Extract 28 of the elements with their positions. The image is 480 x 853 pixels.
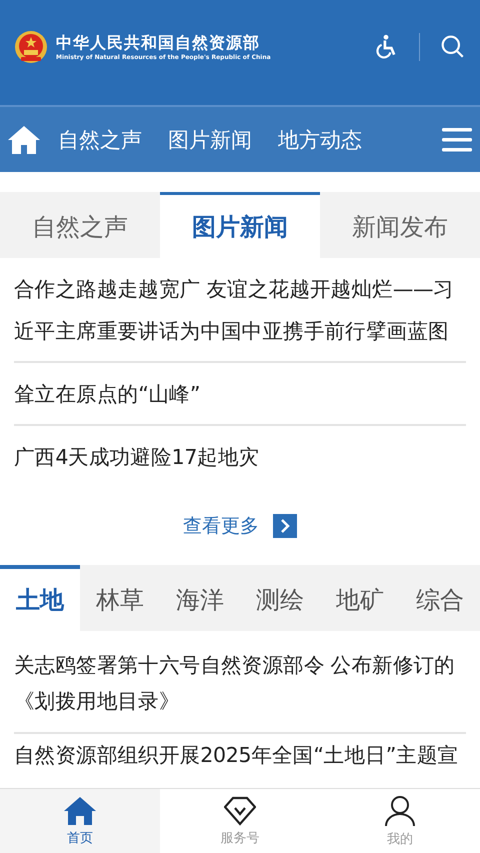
news-headline[interactable]: 关志鸥签署第十六号自然资源部令 公布新修订的《划拨用地目录》 xyxy=(14,631,466,734)
category-tab[interactable]: 地矿 xyxy=(320,565,400,631)
section-tab[interactable]: 自然之声 xyxy=(0,192,160,258)
diamond-icon xyxy=(224,796,256,826)
search-icon[interactable] xyxy=(440,34,466,60)
category-tab[interactable]: 综合 xyxy=(400,565,480,631)
chevron-right-icon[interactable] xyxy=(273,514,297,538)
news-headline[interactable]: 自然资源部组织开展2025年全国“土地日”主题宣 xyxy=(14,734,466,768)
bottom-tab[interactable]: 首页 xyxy=(0,789,160,853)
section-tab[interactable]: 图片新闻 xyxy=(160,192,320,258)
section-tab[interactable]: 新闻发布 xyxy=(320,192,480,258)
person-icon xyxy=(384,794,416,826)
emblem-icon xyxy=(14,30,48,64)
site-title: 中华人民共和国自然资源部 xyxy=(56,32,261,54)
category-tab[interactable]: 土地 xyxy=(0,565,80,631)
category-tab[interactable]: 测绘 xyxy=(240,565,320,631)
news-headline[interactable]: 耸立在原点的“山峰” xyxy=(14,363,466,426)
nav-link[interactable]: 地方动态 xyxy=(278,126,362,154)
menu-icon[interactable] xyxy=(442,128,472,152)
nav-link[interactable]: 图片新闻 xyxy=(168,126,252,154)
more-link[interactable]: 查看更多 xyxy=(183,513,259,539)
category-tab[interactable]: 海洋 xyxy=(160,565,240,631)
news-headline[interactable]: 广西4天成功避险17起地灾 xyxy=(14,426,466,487)
category-tab[interactable]: 林草 xyxy=(80,565,160,631)
home-icon xyxy=(64,796,96,826)
nav-link[interactable]: 自然之声 xyxy=(58,126,142,154)
news-headline[interactable]: 合作之路越走越宽广 友谊之花越开越灿烂——习近平主席重要讲话为中国中亚携手前行擘画蓝图 xyxy=(14,258,466,363)
home-icon[interactable] xyxy=(8,124,40,154)
